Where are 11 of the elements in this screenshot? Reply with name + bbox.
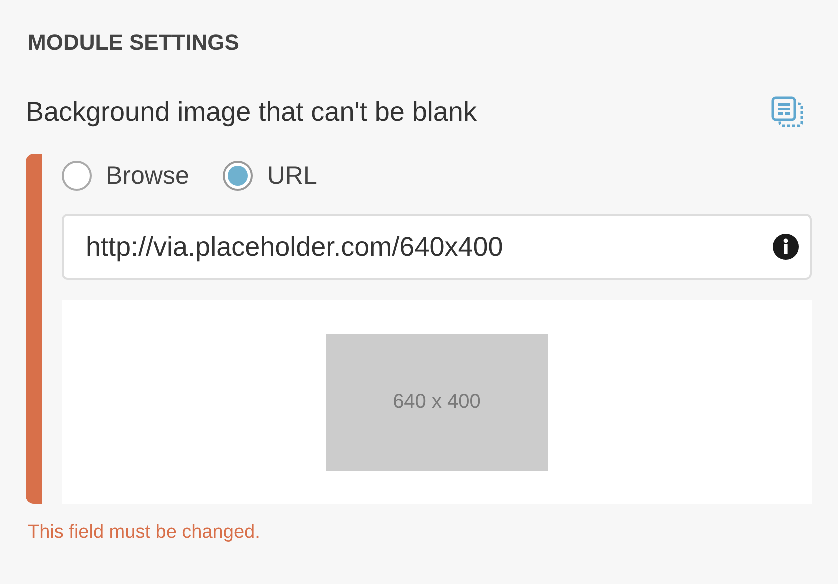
template-icon[interactable] [770, 96, 806, 128]
radio-option[interactable]: URL [223, 161, 318, 191]
error-message: This field must be changed. [27, 522, 262, 544]
section-title: MODULE SETTINGS [28, 30, 240, 57]
radio-icon[interactable] [62, 161, 92, 191]
radio-option[interactable]: Browse [62, 161, 190, 191]
field-label: Background image that can't be blank [26, 96, 477, 128]
placeholder-image: 640 x 400 [326, 334, 548, 470]
url-field[interactable]: http://via.placeholder.com/640x400 [62, 214, 812, 280]
radio-icon[interactable] [223, 161, 254, 191]
info-icon[interactable] [772, 233, 800, 261]
